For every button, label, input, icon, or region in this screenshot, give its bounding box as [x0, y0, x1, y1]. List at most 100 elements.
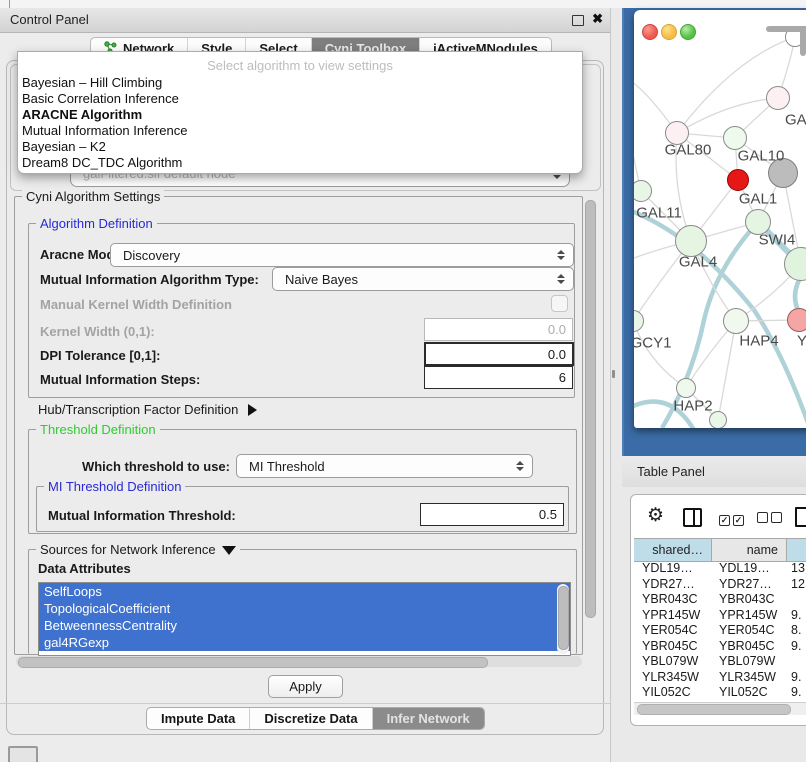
table-cell[interactable]: YPR145W: [712, 608, 787, 624]
column-header-name[interactable]: name: [712, 539, 787, 561]
table-row[interactable]: YDL19…YDL19…13: [634, 561, 806, 577]
table-cell[interactable]: YER054C: [634, 623, 712, 639]
deselect-all-columns-icon[interactable]: [757, 511, 785, 526]
combo-spinner-icon: [557, 250, 564, 260]
minimize-window-icon[interactable]: [661, 24, 677, 40]
table-cell[interactable]: YIL052C: [712, 685, 787, 700]
hub-definition-expander[interactable]: Hub/Transcription Factor Definition: [38, 402, 257, 417]
table-cell[interactable]: YBR045C: [634, 639, 712, 655]
tab-discretize-data[interactable]: Discretize Data: [250, 708, 372, 729]
minimized-panel-button[interactable]: [8, 746, 38, 762]
table-cell[interactable]: YDR27…: [634, 577, 712, 593]
column-header-shared-name[interactable]: shared…: [634, 539, 712, 561]
dpi-tolerance-input[interactable]: 0.0: [424, 342, 574, 366]
table-cell[interactable]: YLR345W: [712, 670, 787, 686]
network-node-hap4[interactable]: [723, 308, 749, 334]
attribute-list-item[interactable]: TopologicalCoefficient: [39, 600, 570, 617]
close-icon[interactable]: ✖: [592, 11, 603, 27]
settings-vscroll-thumb[interactable]: [585, 200, 596, 618]
tab-label: Impute Data: [161, 711, 235, 726]
network-node-y[interactable]: [787, 308, 806, 332]
splitter-grabber[interactable]: [612, 370, 615, 378]
table-row[interactable]: YLR345WYLR345W9.: [634, 670, 806, 686]
table-cell[interactable]: 13: [787, 561, 806, 577]
table-row[interactable]: YBR043CYBR043C: [634, 592, 806, 608]
algorithm-option[interactable]: ARACNE Algorithm: [18, 107, 582, 123]
mi-steps-input[interactable]: 6: [424, 366, 573, 389]
manual-kernel-checkbox[interactable]: [551, 295, 568, 312]
table-row[interactable]: YIL052CYIL052C9.: [634, 685, 806, 700]
table-cell[interactable]: YBL079W: [712, 654, 787, 670]
network-node-label: HAP4: [739, 333, 778, 350]
table-row[interactable]: YER054CYER054C8.: [634, 623, 806, 639]
mi-type-combobox[interactable]: Naive Bayes: [272, 267, 574, 291]
table-cell[interactable]: YBL079W: [634, 654, 712, 670]
table-cell[interactable]: YDL19…: [634, 561, 712, 577]
algorithm-option[interactable]: Bayesian – K2: [18, 139, 582, 155]
algorithm-option[interactable]: Dream8 DC_TDC Algorithm: [18, 155, 582, 171]
attribute-list-item[interactable]: SelfLoops: [39, 583, 570, 600]
table-cell[interactable]: YIL052C: [634, 685, 712, 700]
column-layout-icon[interactable]: [683, 508, 702, 527]
settings-vertical-scrollbar[interactable]: [585, 198, 596, 666]
list-scrollbar-thumb[interactable]: [558, 586, 569, 650]
mi-threshold-group-title: MI Threshold Definition: [44, 480, 185, 493]
settings-hscroll-thumb[interactable]: [18, 657, 488, 668]
zoom-window-icon[interactable]: [680, 24, 696, 40]
table-hscroll-thumb[interactable]: [637, 704, 791, 715]
table-cell[interactable]: 12: [787, 577, 806, 593]
select-all-columns-icon[interactable]: ✓✓: [719, 511, 747, 526]
table-cell[interactable]: 9.: [787, 685, 806, 700]
table-cell[interactable]: [787, 654, 806, 670]
top-strip-tick: [9, 0, 10, 8]
table-cell[interactable]: YBR045C: [712, 639, 787, 655]
apply-button[interactable]: Apply: [268, 675, 343, 698]
table-cell[interactable]: YLR345W: [634, 670, 712, 686]
network-node[interactable]: [727, 169, 749, 191]
attribute-list-item[interactable]: BetweennessCentrality: [39, 617, 570, 634]
list-scrollbar[interactable]: [557, 584, 569, 654]
algorithm-option[interactable]: Bayesian – Hill Climbing: [18, 75, 582, 91]
network-node-hap2[interactable]: [676, 378, 696, 398]
table-row[interactable]: YBR045CYBR045C9.: [634, 639, 806, 655]
settings-horizontal-scrollbar[interactable]: [16, 656, 582, 667]
close-window-icon[interactable]: [642, 24, 658, 40]
table-cell[interactable]: YDR27…: [712, 577, 787, 593]
table-row[interactable]: YBL079WYBL079W: [634, 654, 806, 670]
network-view-window[interactable]: GALGAL80GAL10GAL1GAL11GAL4SWI4HAP4YGCY1H…: [634, 10, 806, 428]
table-cell[interactable]: [787, 592, 806, 608]
table-cell[interactable]: YDL19…: [712, 561, 787, 577]
network-node-gal4[interactable]: [675, 225, 707, 257]
sources-group-title[interactable]: Sources for Network Inference: [36, 543, 240, 556]
network-node-label: GAL1: [739, 191, 777, 208]
table-cell[interactable]: YPR145W: [634, 608, 712, 624]
table-cell[interactable]: YBR043C: [634, 592, 712, 608]
kernel-width-input[interactable]: 0.0: [424, 318, 573, 341]
export-table-icon[interactable]: [795, 507, 806, 527]
mi-threshold-input[interactable]: 0.5: [420, 503, 564, 526]
which-threshold-combobox[interactable]: MI Threshold: [236, 454, 533, 478]
algorithm-option[interactable]: Basic Correlation Inference: [18, 91, 582, 107]
network-node-gal[interactable]: [766, 86, 790, 110]
table-cell[interactable]: YER054C: [712, 623, 787, 639]
tab-impute-data[interactable]: Impute Data: [147, 708, 250, 729]
table-cell[interactable]: 9.: [787, 639, 806, 655]
table-row[interactable]: YDR27…YDR27…12: [634, 577, 806, 593]
table-cell[interactable]: 9.: [787, 670, 806, 686]
table-cell[interactable]: 8.: [787, 623, 806, 639]
tab-infer-network[interactable]: Infer Network: [373, 708, 484, 729]
table-row[interactable]: YPR145WYPR145W9.: [634, 608, 806, 624]
table-cell[interactable]: YBR043C: [712, 592, 787, 608]
algorithm-option[interactable]: Mutual Information Inference: [18, 123, 582, 139]
attribute-list-item[interactable]: gal4RGexp: [39, 634, 570, 651]
float-window-icon[interactable]: [572, 15, 584, 26]
network-node-gal10[interactable]: [723, 126, 747, 150]
table-horizontal-scrollbar[interactable]: [634, 702, 806, 715]
network-node-label: SWI4: [759, 232, 796, 249]
column-header-partial[interactable]: [787, 539, 806, 561]
gear-icon[interactable]: ⚙: [647, 504, 664, 527]
network-vscroll-thumb[interactable]: [800, 26, 806, 56]
table-cell[interactable]: 9.: [787, 608, 806, 624]
aracne-mode-combobox[interactable]: Discovery: [110, 243, 574, 267]
data-attributes-list[interactable]: SelfLoopsTopologicalCoefficientBetweenne…: [38, 582, 571, 656]
